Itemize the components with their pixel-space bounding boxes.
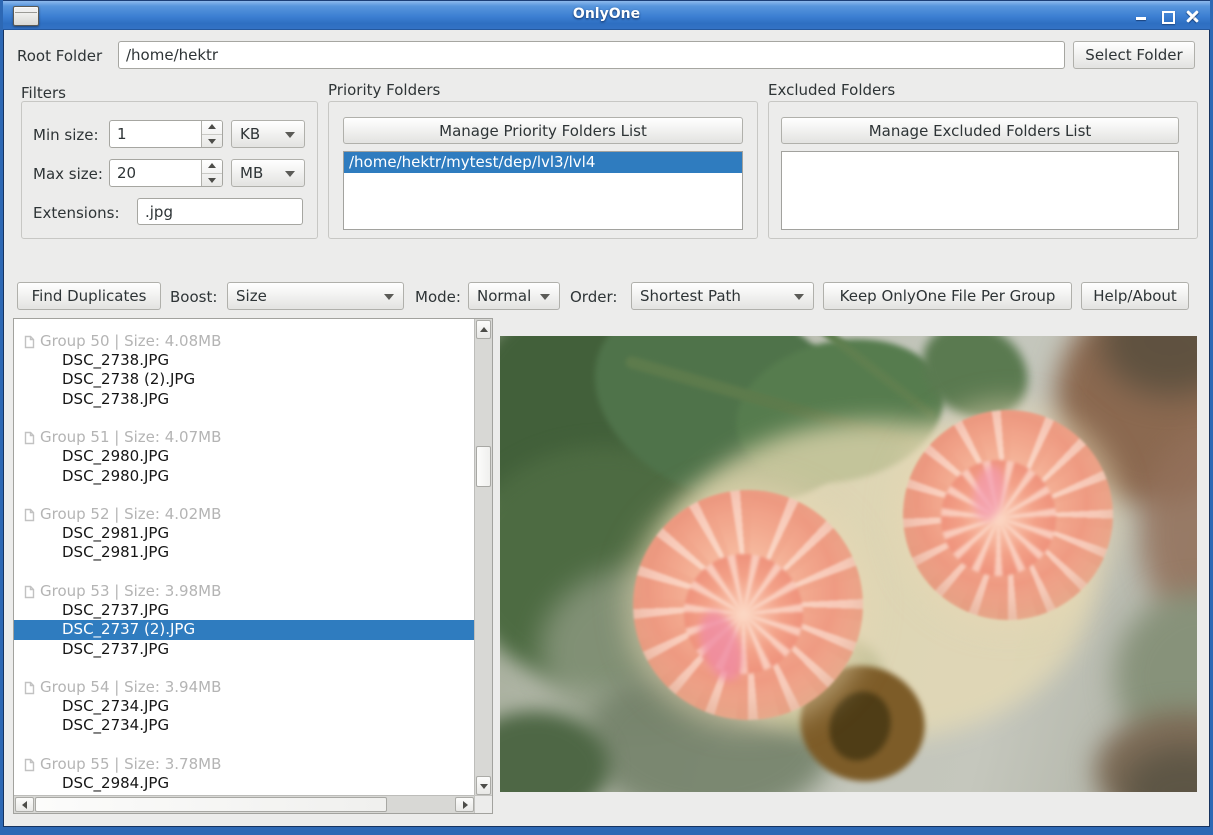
file-row[interactable]: DSC_2737 (2).JPG	[14, 620, 475, 639]
file-row[interactable]: DSC_2738 (2).JPG	[14, 370, 475, 389]
file-row[interactable]: DSC_2737.JPG	[14, 601, 475, 620]
duplicate-group: Group 50 | Size: 4.08MBDSC_2738.JPGDSC_2…	[14, 332, 475, 409]
file-row[interactable]: DSC_2984.JPG	[14, 774, 475, 793]
image-preview	[500, 336, 1197, 792]
priority-folders-list[interactable]: /home/hektr/mytest/dep/lvl3/lvl4	[343, 151, 743, 230]
min-size-up-icon[interactable]	[202, 121, 222, 134]
horizontal-scrollbar[interactable]	[14, 795, 475, 813]
mode-dropdown[interactable]: Normal	[468, 282, 560, 310]
group-header: Group 52 | Size: 4.02MB	[14, 505, 475, 524]
file-row[interactable]: DSC_2980.JPG	[14, 447, 475, 466]
file-row[interactable]: DSC_2738.JPG	[14, 351, 475, 370]
duplicates-list[interactable]: Group 50 | Size: 4.08MBDSC_2738.JPGDSC_2…	[14, 319, 475, 796]
horizontal-scroll-thumb[interactable]	[35, 797, 387, 812]
max-size-down-icon[interactable]	[202, 173, 222, 187]
mode-label: Mode:	[415, 288, 461, 306]
onlyone-window: OnlyOne Root Folder /home/hektr Select F…	[0, 0, 1213, 835]
vertical-scrollbar[interactable]	[474, 319, 492, 796]
chevron-down-icon	[285, 171, 295, 177]
max-size-value[interactable]: 20	[110, 160, 201, 186]
find-duplicates-button[interactable]: Find Duplicates	[17, 282, 161, 310]
extensions-input[interactable]: .jpg	[137, 198, 303, 225]
filters-title: Filters	[21, 84, 66, 102]
duplicate-group: Group 52 | Size: 4.02MBDSC_2981.JPGDSC_2…	[14, 505, 475, 563]
close-icon[interactable]	[1186, 9, 1200, 23]
rose-flower-left	[633, 490, 863, 720]
file-row[interactable]: DSC_2980.JPG	[14, 467, 475, 486]
boost-value: Size	[236, 287, 267, 305]
max-size-unit-dropdown[interactable]: MB	[231, 159, 305, 187]
min-size-label: Min size:	[33, 126, 99, 144]
keep-onlyone-button[interactable]: Keep OnlyOne File Per Group	[823, 282, 1072, 310]
scroll-left-icon[interactable]	[15, 797, 34, 812]
file-row[interactable]: DSC_2734.JPG	[14, 697, 475, 716]
max-size-unit-value: MB	[240, 164, 263, 182]
min-size-unit-dropdown[interactable]: KB	[231, 120, 305, 148]
scroll-up-icon[interactable]	[476, 320, 491, 339]
manage-priority-folders-button[interactable]: Manage Priority Folders List	[343, 117, 743, 144]
order-value: Shortest Path	[640, 287, 741, 305]
excluded-folders-list[interactable]	[781, 151, 1179, 230]
root-folder-input[interactable]: /home/hektr	[118, 41, 1065, 69]
max-size-spinner[interactable]: 20	[109, 159, 223, 187]
chevron-down-icon	[540, 294, 550, 300]
duplicate-group: Group 51 | Size: 4.07MBDSC_2980.JPGDSC_2…	[14, 428, 475, 486]
group-header: Group 53 | Size: 3.98MB	[14, 582, 475, 601]
min-size-unit-value: KB	[240, 125, 260, 143]
help-about-button[interactable]: Help/About	[1081, 282, 1189, 310]
boost-label: Boost:	[170, 288, 217, 306]
titlebar[interactable]: OnlyOne	[3, 0, 1210, 30]
chevron-down-icon	[285, 132, 295, 138]
group-header: Group 50 | Size: 4.08MB	[14, 332, 475, 351]
folder-list-item[interactable]: /home/hektr/mytest/dep/lvl3/lvl4	[344, 152, 742, 173]
root-folder-label: Root Folder	[17, 47, 102, 65]
chevron-down-icon	[384, 294, 394, 300]
minimize-icon[interactable]	[1134, 9, 1148, 23]
rose-flower-right	[903, 410, 1113, 620]
excluded-folders-title: Excluded Folders	[768, 81, 895, 99]
file-row[interactable]: DSC_2738.JPG	[14, 390, 475, 409]
extensions-label: Extensions:	[33, 204, 120, 222]
min-size-spinner[interactable]: 1	[109, 120, 223, 148]
scrollbar-corner	[474, 795, 492, 813]
min-size-down-icon[interactable]	[202, 134, 222, 148]
duplicate-group: Group 55 | Size: 3.78MBDSC_2984.JPG	[14, 755, 475, 793]
mode-value: Normal	[477, 287, 531, 305]
window-title: OnlyOne	[3, 6, 1210, 22]
duplicate-group: Group 53 | Size: 3.98MBDSC_2737.JPGDSC_2…	[14, 582, 475, 659]
duplicates-panel: Group 50 | Size: 4.08MBDSC_2738.JPGDSC_2…	[13, 318, 493, 814]
min-size-value[interactable]: 1	[110, 121, 201, 147]
vertical-scroll-thumb[interactable]	[476, 446, 491, 487]
duplicate-group: Group 54 | Size: 3.94MBDSC_2734.JPGDSC_2…	[14, 678, 475, 736]
scroll-down-icon[interactable]	[476, 776, 491, 795]
group-header: Group 51 | Size: 4.07MB	[14, 428, 475, 447]
group-header: Group 55 | Size: 3.78MB	[14, 755, 475, 774]
select-folder-button[interactable]: Select Folder	[1073, 41, 1195, 69]
file-row[interactable]: DSC_2981.JPG	[14, 524, 475, 543]
file-row[interactable]: DSC_2734.JPG	[14, 716, 475, 735]
file-row[interactable]: DSC_2737.JPG	[14, 640, 475, 659]
max-size-label: Max size:	[33, 165, 103, 183]
manage-excluded-folders-button[interactable]: Manage Excluded Folders List	[781, 117, 1179, 144]
scroll-right-icon[interactable]	[455, 797, 474, 812]
priority-folders-title: Priority Folders	[328, 81, 440, 99]
group-header: Group 54 | Size: 3.94MB	[14, 678, 475, 697]
order-dropdown[interactable]: Shortest Path	[631, 282, 814, 310]
maximize-icon[interactable]	[1160, 9, 1174, 23]
file-row[interactable]: DSC_2981.JPG	[14, 543, 475, 562]
boost-dropdown[interactable]: Size	[227, 282, 404, 310]
chevron-down-icon	[794, 294, 804, 300]
order-label: Order:	[570, 288, 617, 306]
max-size-up-icon[interactable]	[202, 160, 222, 173]
